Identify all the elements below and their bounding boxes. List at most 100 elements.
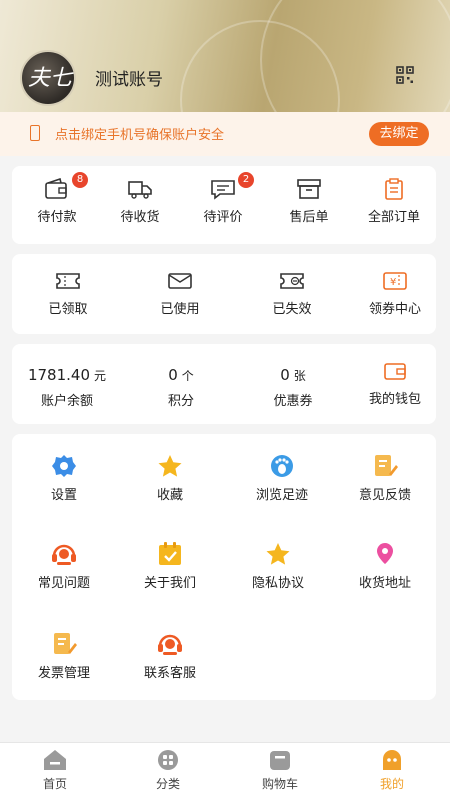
calendar-icon [159,542,181,565]
service-label: 关于我们 [143,576,196,591]
bind-phone-message: 点击绑定手机号确保账户安全 [55,128,225,143]
tab-label: 分类 [155,777,180,791]
service-invoice[interactable]: 发票管理 [26,632,102,681]
order-label: 待收货 [120,210,160,225]
service-label: 设置 [50,488,77,503]
clipboard-icon [385,178,403,200]
coupon-received[interactable]: 已领取 [43,270,93,317]
ticket-expired-icon [280,273,304,289]
profile-icon [383,750,401,770]
order-all[interactable]: 全部订单 [361,178,427,225]
coupon-label: 已失效 [272,302,312,317]
assets-card: 1781.40 元 账户余额 0个 积分 0张 优惠券 我的钱包 [12,344,436,424]
bottom-tab-bar: 首页 分类 购物车 我的 [0,742,450,800]
star-icon [158,455,182,477]
bind-phone-button[interactable]: 去绑定 [369,122,429,146]
order-after-sales[interactable]: 售后单 [284,178,334,225]
coupons-card: 已领取 已使用 已失效 ¥ 领券中心 [12,254,436,334]
star-icon [266,543,290,565]
order-pending-receipt[interactable]: 待收货 [115,178,165,225]
service-feedback[interactable]: 意见反馈 [345,454,425,503]
cart-icon [270,751,290,770]
username[interactable]: 测试账号 [95,65,163,90]
service-contact[interactable]: 联系客服 [132,632,208,681]
asset-value-row: 0个 [168,366,194,384]
qr-code-icon[interactable] [396,66,414,84]
service-label: 浏览足迹 [255,488,308,503]
coupon-label: 已使用 [160,302,200,317]
service-settings[interactable]: 设置 [36,454,92,503]
coupon-used[interactable]: 已使用 [155,270,205,317]
coupon-expired[interactable]: 已失效 [267,270,317,317]
wallet-icon [45,178,67,199]
service-favorites[interactable]: 收藏 [142,454,198,503]
headset-icon [52,544,76,565]
service-label: 联系客服 [143,666,196,681]
box-icon [297,179,321,199]
asset-label: 积分 [167,394,194,409]
tab-category[interactable]: 分类 [138,749,198,792]
service-label: 常见问题 [37,576,90,591]
headset-icon [158,634,182,655]
asset-label: 账户余额 [40,394,93,409]
avatar-text: 夫七 [28,66,73,91]
asset-label: 我的钱包 [368,392,421,407]
asset-balance[interactable]: 1781.40 元 账户余额 [22,366,112,409]
home-icon [44,750,66,770]
coupon-center-icon: ¥ [383,272,407,290]
tab-label: 我的 [379,777,404,791]
service-faq[interactable]: 常见问题 [26,542,102,591]
service-label: 收货地址 [358,576,411,591]
order-label: 待付款 [37,210,77,225]
tab-label: 首页 [42,777,67,791]
profile-header: 夫七 测试账号 [0,0,450,112]
ticket-used-icon [168,273,192,289]
tab-profile[interactable]: 我的 [362,749,422,792]
tab-label: 购物车 [261,777,298,791]
asset-coupons[interactable]: 0张 优惠券 [258,366,328,409]
service-about-us[interactable]: 关于我们 [132,542,208,591]
order-label: 待评价 [203,210,243,225]
svg-text:¥: ¥ [390,277,396,288]
category-icon [158,750,178,770]
service-label: 发票管理 [37,666,90,681]
asset-points[interactable]: 0个 积分 [146,366,216,409]
coupon-label: 领券中心 [368,302,421,317]
coupon-label: 已领取 [48,302,88,317]
asset-value: 0 [280,366,290,384]
count-badge: 8 [72,172,88,188]
service-label: 意见反馈 [358,488,411,503]
order-pending-review[interactable]: 待评价 2 [198,172,254,225]
asset-value-row: 1781.40 元 [28,366,106,384]
truck-icon [128,181,152,199]
asset-wallet[interactable]: 我的钱包 [362,360,428,407]
tab-home[interactable]: 首页 [25,749,85,792]
order-label: 售后单 [289,210,329,225]
service-privacy[interactable]: 隐私协议 [238,542,318,591]
avatar[interactable]: 夫七 [20,50,76,106]
order-pending-payment[interactable]: 待付款 8 [32,172,88,225]
asset-unit: 元 [94,369,107,383]
services-card: 设置 收藏 浏览足迹 意见反馈 常见问题 关于我们 隐私协议 收货地址 发票管理… [12,434,436,700]
invoice-icon [54,633,77,654]
asset-value: 0 [168,366,178,384]
service-label: 收藏 [156,488,183,503]
feedback-icon [375,455,398,476]
asset-unit: 张 [293,369,306,383]
tab-cart[interactable]: 购物车 [250,749,310,792]
service-footprints[interactable]: 浏览足迹 [242,454,322,503]
asset-value-row: 0张 [280,366,306,384]
phone-icon [30,125,40,141]
header-decoration [260,0,450,112]
location-icon [377,543,393,564]
comment-icon [211,180,235,200]
ticket-icon [56,273,80,289]
asset-unit: 个 [181,369,194,383]
coupon-center[interactable]: ¥ 领券中心 [362,270,428,317]
service-address[interactable]: 收货地址 [345,542,425,591]
asset-value: 1781.40 [27,366,90,384]
orders-card: 待付款 8 待收货 待评价 2 售后单 全部订单 [12,166,436,244]
order-label: 全部订单 [367,210,420,225]
settings-icon [52,455,76,477]
wallet-icon [384,363,406,380]
